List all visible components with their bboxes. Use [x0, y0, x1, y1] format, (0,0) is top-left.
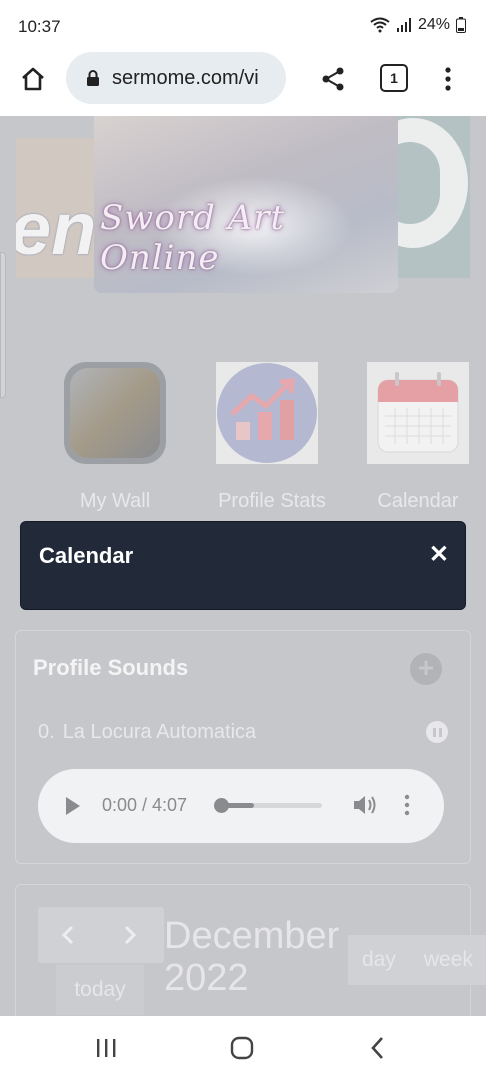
calendar-icon — [377, 372, 459, 453]
view-day-button[interactable]: day — [348, 935, 410, 985]
wifi-icon — [370, 17, 390, 33]
calendar-tile[interactable] — [367, 362, 469, 464]
battery-icon — [456, 17, 466, 33]
share-icon — [322, 67, 344, 91]
my-wall-label[interactable]: My Wall — [40, 490, 190, 513]
banner-thumb-right[interactable] — [398, 116, 470, 278]
audio-player: 0:00 / 4:07 — [38, 769, 444, 843]
stats-chart-icon — [217, 363, 317, 463]
status-time: 10:37 — [18, 17, 61, 36]
home-circle-icon — [230, 1036, 254, 1060]
next-month-button[interactable] — [100, 907, 160, 963]
track-title: La Locura Automatica — [62, 721, 257, 743]
profile-sounds-panel: Profile Sounds + 0. La Locura Automatica … — [15, 630, 471, 864]
banner-left-text: en — [16, 187, 97, 270]
add-sound-button[interactable]: + — [410, 653, 442, 685]
more-vert-icon[interactable] — [404, 793, 410, 817]
recent-apps-icon — [97, 1039, 116, 1057]
status-icons: 24% — [370, 16, 466, 34]
calendar-label[interactable]: Calendar — [343, 490, 486, 513]
calendar-modal-header: Calendar ✕ — [20, 521, 466, 610]
banner-right-shape-inner — [398, 142, 440, 224]
close-button[interactable]: ✕ — [429, 540, 449, 569]
share-button[interactable] — [316, 62, 350, 96]
chevron-left-icon — [61, 925, 74, 945]
chevron-right-icon — [124, 925, 137, 945]
today-button[interactable]: today — [56, 965, 144, 1015]
side-scroll-handle[interactable] — [0, 252, 6, 398]
profile-stats-tile[interactable] — [216, 362, 318, 464]
recent-apps-button[interactable] — [90, 1034, 122, 1062]
track-number: 0. — [38, 721, 55, 743]
banner-image-main[interactable]: Sword Art Online — [94, 116, 398, 293]
page-content: en Sword Art Online My Wall Profile Stat… — [0, 116, 486, 1016]
signal-icon — [396, 18, 411, 32]
calendar-nav-group — [38, 907, 164, 963]
more-vert-icon — [445, 67, 451, 91]
tab-switcher-button[interactable]: 1 — [380, 64, 408, 92]
browser-menu-button[interactable] — [436, 62, 460, 96]
calendar-month-title: December 2022 — [164, 915, 340, 999]
banner-title: Sword Art Online — [100, 198, 286, 278]
view-week-button[interactable]: week — [409, 935, 486, 985]
status-bar: 10:37 24% — [0, 0, 486, 52]
progress-knob[interactable] — [214, 798, 229, 813]
my-wall-tile[interactable] — [64, 362, 166, 464]
track-item[interactable]: 0. La Locura Automatica — [38, 721, 256, 744]
home-button[interactable] — [16, 62, 50, 96]
calendar-view-switcher: day week — [348, 935, 486, 985]
calendar-modal-title: Calendar — [39, 543, 134, 568]
browser-toolbar: sermome.com/vi 1 — [0, 52, 486, 116]
prev-month-button[interactable] — [38, 907, 98, 963]
back-nav-button[interactable] — [362, 1034, 394, 1062]
player-time: 0:00 / 4:07 — [102, 795, 188, 815]
profile-stats-label[interactable]: Profile Stats — [197, 490, 347, 513]
my-wall-image — [70, 368, 160, 458]
home-nav-button[interactable] — [226, 1034, 258, 1062]
play-icon[interactable] — [66, 797, 80, 815]
address-bar[interactable]: sermome.com/vi — [66, 52, 286, 104]
volume-icon[interactable] — [352, 793, 378, 817]
profile-sounds-heading: Profile Sounds — [33, 655, 189, 680]
home-icon — [22, 67, 44, 91]
progress-bar[interactable] — [214, 798, 322, 813]
pause-icon[interactable] — [426, 721, 448, 743]
banner-thumb-left[interactable]: en — [16, 138, 98, 278]
url-text: sermome.com/vi — [112, 66, 259, 89]
calendar-view: today December 2022 day week — [15, 884, 486, 1016]
back-icon — [371, 1037, 383, 1059]
system-nav-bar — [0, 1016, 486, 1080]
lock-icon — [87, 70, 99, 86]
battery-percent: 24% — [417, 16, 450, 33]
